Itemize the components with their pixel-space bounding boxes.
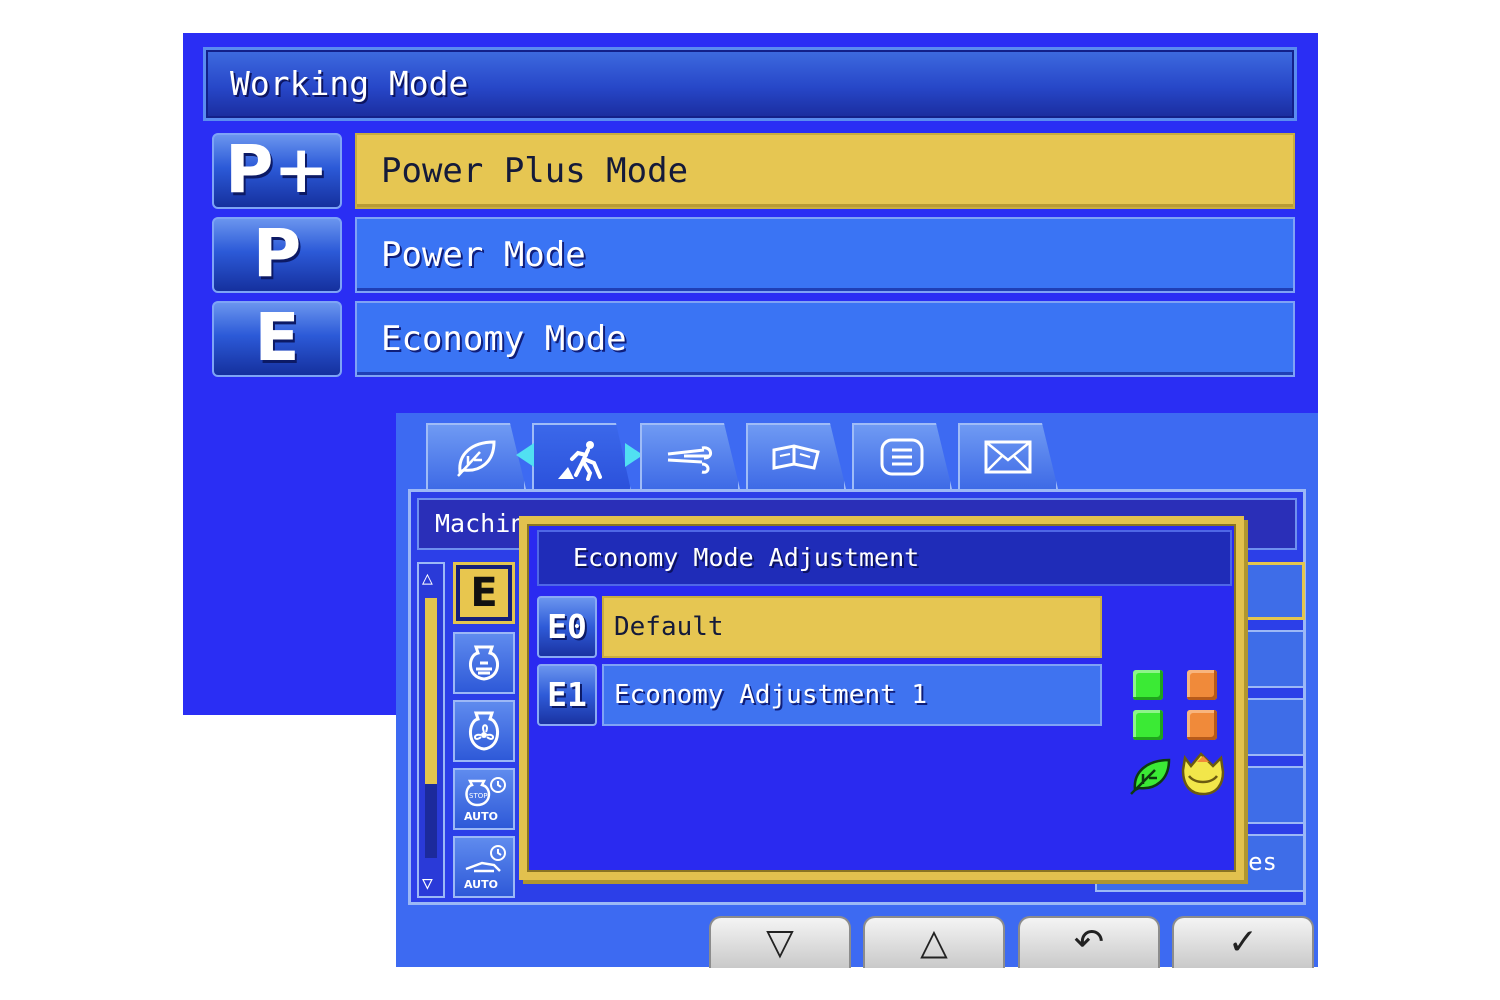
mode-row-power-plus[interactable]: P+ Power Plus Mode — [212, 133, 1295, 209]
orange-indicator-2 — [1187, 710, 1217, 740]
leaf-icon — [457, 440, 496, 477]
power-mode-option[interactable]: Power Mode — [355, 217, 1295, 293]
tab-mail[interactable] — [958, 423, 1058, 489]
auto-idle-icon: AUTO — [464, 845, 506, 891]
economy-badge[interactable]: E — [212, 301, 342, 377]
economy-mode-option[interactable]: Economy Mode — [355, 301, 1295, 377]
side-item-auto-stop[interactable]: STOP AUTO — [453, 768, 515, 830]
engine-rpm-icon — [469, 645, 499, 681]
green-indicator-2 — [1133, 710, 1163, 740]
side-item-economy[interactable]: E — [453, 562, 515, 624]
scroll-down-icon[interactable]: ▽ — [422, 873, 433, 894]
settings-row-5-label: es — [1248, 848, 1277, 876]
svg-text:AUTO: AUTO — [464, 810, 498, 823]
tab-manual[interactable] — [746, 423, 846, 489]
down-softkey-button[interactable]: ▽ — [709, 916, 851, 968]
tab-machine[interactable] — [532, 423, 632, 495]
dialog-title: Economy Mode Adjustment — [537, 530, 1232, 586]
auto-stop-icon: STOP AUTO — [464, 777, 506, 823]
up-softkey-button[interactable]: △ — [863, 916, 1005, 968]
scrollbar[interactable]: △ ▽ — [417, 562, 445, 898]
scroll-up-icon[interactable]: △ — [422, 568, 433, 589]
scroll-track[interactable] — [425, 598, 437, 858]
e1-badge[interactable]: E1 — [537, 664, 597, 726]
mail-icon — [984, 440, 1032, 474]
economy-mode-adjustment-dialog: Economy Mode Adjustment E0 Default E1 Ec… — [519, 516, 1244, 880]
machine-worker-icon — [558, 441, 602, 481]
e0-badge[interactable]: E0 — [537, 596, 597, 658]
side-item-engine-rpm[interactable] — [453, 632, 515, 694]
scroll-thumb[interactable] — [425, 598, 437, 784]
checkmark-icon: ✓ — [1227, 922, 1259, 963]
engine-fan-icon — [469, 711, 499, 751]
tab-list[interactable] — [852, 423, 952, 489]
power-plus-badge[interactable]: P+ — [212, 133, 342, 209]
power-badge[interactable]: P — [212, 217, 342, 293]
confirm-softkey-button[interactable]: ✓ — [1172, 916, 1314, 968]
list-icon — [880, 438, 924, 476]
tab-airflow[interactable] — [640, 423, 740, 489]
leaf-icon — [1130, 758, 1171, 795]
back-softkey-button[interactable]: ↶ — [1018, 916, 1160, 968]
option-row-e0[interactable]: E0 Default — [537, 596, 1102, 658]
tab-eco[interactable] — [426, 423, 526, 489]
fuel-tank-icon — [1181, 752, 1225, 796]
mode-row-economy[interactable]: E Economy Mode — [212, 301, 1295, 377]
svg-text:AUTO: AUTO — [464, 878, 498, 891]
economy-adjustment-1-option[interactable]: Economy Adjustment 1 — [602, 664, 1102, 726]
working-mode-title: Working Mode — [203, 47, 1297, 121]
side-item-engine-fan[interactable] — [453, 700, 515, 762]
mode-row-power[interactable]: P Power Mode — [212, 217, 1295, 293]
economy-e-icon: E — [460, 569, 508, 617]
green-indicator-1 — [1133, 670, 1163, 700]
manual-book-icon — [772, 444, 820, 470]
wind-icon — [667, 446, 712, 474]
power-plus-mode-option[interactable]: Power Plus Mode — [355, 133, 1295, 209]
side-item-auto-idle[interactable]: AUTO — [453, 836, 515, 898]
back-arrow-icon: ↶ — [1073, 922, 1105, 963]
up-arrow-icon: △ — [920, 922, 948, 963]
option-row-e1[interactable]: E1 Economy Adjustment 1 — [537, 664, 1102, 726]
svg-text:STOP: STOP — [469, 792, 487, 800]
tab-prev-arrow-icon[interactable] — [516, 443, 534, 467]
orange-indicator-1 — [1187, 670, 1217, 700]
default-option[interactable]: Default — [602, 596, 1102, 658]
down-arrow-icon: ▽ — [766, 922, 794, 963]
